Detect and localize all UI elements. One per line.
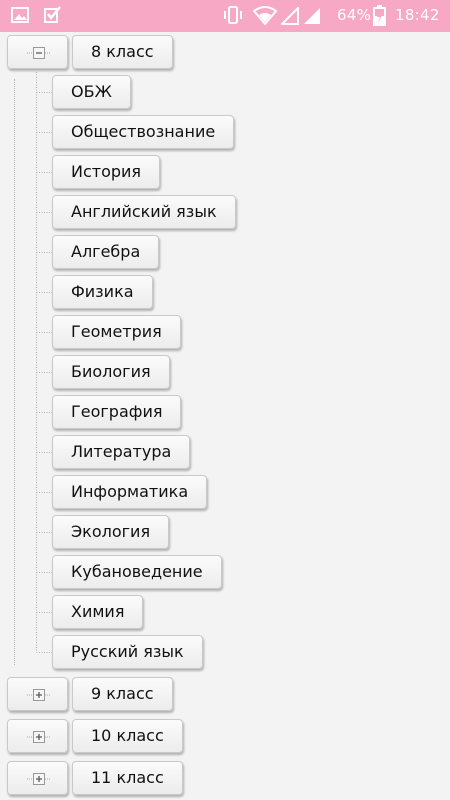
tree-branch-connector <box>36 592 52 632</box>
tree-branch-connector <box>36 392 52 432</box>
collapse-toggle[interactable] <box>7 35 68 69</box>
tree-branch-connector <box>36 472 52 512</box>
tree-branch-connector <box>36 632 52 653</box>
class-node-button[interactable]: 8 класс <box>72 35 173 69</box>
battery-percent: 64% <box>337 6 372 24</box>
minus-square-icon <box>27 47 51 59</box>
signal-icon <box>281 7 299 25</box>
tree-branch-connector <box>36 552 52 592</box>
subject-node-button[interactable]: Литература <box>52 435 191 469</box>
clock: 18:42 <box>395 6 440 24</box>
wifi-icon <box>253 6 277 25</box>
tree-guide-line <box>14 79 15 665</box>
plus-square-icon <box>27 731 51 743</box>
tree-branch-connector <box>36 312 52 352</box>
subject-node-button[interactable]: География <box>52 395 182 429</box>
plus-square-icon <box>27 773 51 785</box>
class-tree: 8 класс ОБЖ Обществознание История Английски… <box>0 32 450 800</box>
subject-node-button[interactable]: Информатика <box>52 475 208 509</box>
subject-node-button[interactable]: Обществознание <box>52 115 235 149</box>
tree-branch-connector <box>36 272 52 312</box>
tree-branch-connector <box>36 192 52 232</box>
subject-node-button[interactable]: Геометрия <box>52 315 181 349</box>
tree-branch-connector <box>36 512 52 552</box>
task-notification-icon <box>44 6 61 23</box>
class-node-button[interactable]: 9 класс <box>72 677 173 711</box>
tree-branch-connector <box>36 152 52 192</box>
subject-node-button[interactable]: История <box>52 155 161 189</box>
expand-toggle[interactable] <box>7 761 68 795</box>
subject-node-button[interactable]: Физика <box>52 275 153 309</box>
subject-node-button[interactable]: Кубановедение <box>52 555 222 589</box>
subject-node-button[interactable]: Химия <box>52 595 144 629</box>
subject-node-button[interactable]: Экология <box>52 515 170 549</box>
status-bar: 64% 18:42 <box>0 0 450 32</box>
image-notification-icon <box>11 7 29 23</box>
expand-toggle[interactable] <box>7 719 68 753</box>
tree-branch-connector <box>36 432 52 472</box>
tree-branch-connector <box>36 352 52 392</box>
class-node-button[interactable]: 11 класс <box>72 761 183 795</box>
tree-branch-connector <box>36 232 52 272</box>
tree-branch-connector <box>36 112 52 152</box>
signal-icon-2 <box>304 8 320 24</box>
tree-branch-connector <box>36 72 52 112</box>
plus-square-icon <box>27 689 51 701</box>
battery-charging-icon <box>373 5 386 26</box>
subject-node-button[interactable]: Русский язык <box>52 635 203 669</box>
subject-node-button[interactable]: ОБЖ <box>52 75 131 109</box>
subject-node-button[interactable]: Биология <box>52 355 170 389</box>
expand-toggle[interactable] <box>7 677 68 711</box>
subject-node-button[interactable]: Английский язык <box>52 195 236 229</box>
subject-node-button[interactable]: Алгебра <box>52 235 160 269</box>
vibrate-icon <box>224 6 242 24</box>
class-node-button[interactable]: 10 класс <box>72 719 183 753</box>
